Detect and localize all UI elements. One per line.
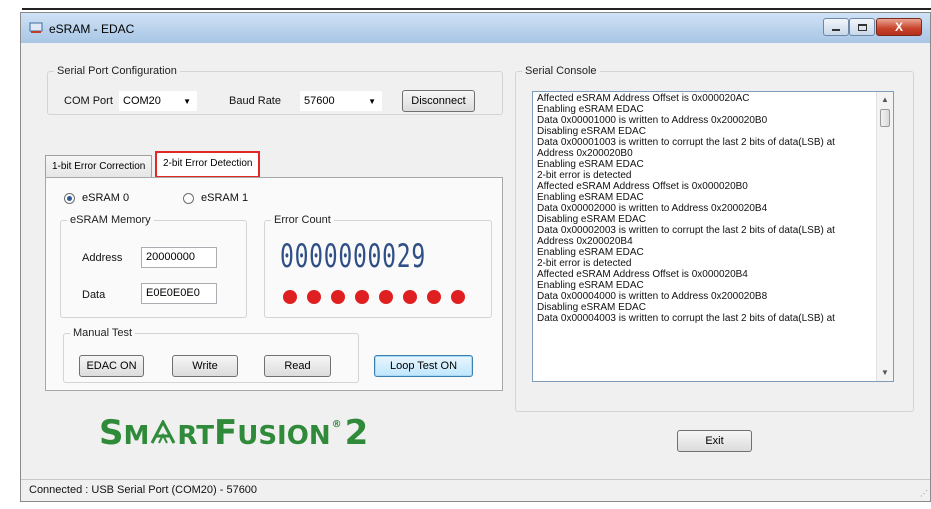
error-led (355, 290, 369, 304)
serial-console-log[interactable]: Affected eSRAM Address Offset is 0x00002… (532, 91, 894, 382)
exit-button[interactable]: Exit (677, 430, 752, 452)
smartfusion2-logo: S M RT F USION ® 2 (99, 413, 369, 453)
console-line: Data 0x00004003 is written to corrupt th… (537, 313, 835, 324)
page-top-rule (22, 8, 931, 10)
console-line: Disabling eSRAM EDAC (537, 126, 646, 137)
error-led (403, 290, 417, 304)
error-led (283, 290, 297, 304)
baud-rate-value: 57600 (304, 95, 335, 107)
console-line: Data 0x00001003 is written to corrupt th… (537, 137, 835, 148)
app-window: eSRAM - EDAC X Serial Port Configuration… (20, 12, 931, 502)
console-line: Data 0x00004000 is written to Address 0x… (537, 291, 768, 302)
console-line: Affected eSRAM Address Offset is 0x00002… (537, 93, 750, 104)
console-line: Affected eSRAM Address Offset is 0x00002… (537, 269, 748, 280)
com-port-label: COM Port (64, 95, 113, 107)
serial-port-config-legend: Serial Port Configuration (57, 65, 177, 77)
logo-a-glyph (151, 420, 176, 444)
chevron-down-icon: ▼ (183, 97, 191, 106)
address-field[interactable]: 20000000 (141, 247, 217, 268)
manual-test-legend: Manual Test (73, 327, 133, 339)
com-port-value: COM20 (123, 95, 161, 107)
maximize-icon (857, 23, 867, 31)
error-count-legend: Error Count (274, 214, 331, 226)
esram1-radio[interactable] (183, 193, 194, 204)
esram0-label: eSRAM 0 (82, 192, 130, 204)
console-lines: Affected eSRAM Address Offset is 0x00002… (537, 93, 871, 324)
console-line: Data 0x00001000 is written to Address 0x… (537, 115, 768, 126)
console-line: Address 0x200020B4 (537, 236, 633, 247)
console-line: Address 0x200020B0 (537, 148, 633, 159)
console-line: Enabling eSRAM EDAC (537, 159, 644, 170)
tab-1bit-error-correction[interactable]: 1-bit Error Correction (45, 155, 153, 177)
console-line: 2-bit error is detected (537, 170, 632, 181)
minimize-button[interactable] (823, 18, 849, 36)
scroll-down-icon[interactable]: ▼ (877, 365, 893, 381)
console-line: Enabling eSRAM EDAC (537, 280, 644, 291)
console-line: Data 0x00002003 is written to corrupt th… (537, 225, 835, 236)
console-line: Enabling eSRAM EDAC (537, 192, 644, 203)
edac-on-button[interactable]: EDAC ON (79, 355, 144, 377)
client-area: Serial Port Configuration COM Port COM20… (21, 43, 930, 501)
address-label: Address (82, 252, 123, 264)
error-led (331, 290, 345, 304)
data-field[interactable]: E0E0E0E0 (141, 283, 217, 304)
console-line: Enabling eSRAM EDAC (537, 247, 644, 258)
error-count-display: 0000000029 (280, 237, 426, 275)
app-icon (29, 22, 43, 33)
loop-test-button[interactable]: Loop Test ON (374, 355, 473, 377)
serial-console-legend: Serial Console (525, 65, 597, 77)
chevron-down-icon: ▼ (368, 97, 376, 106)
baud-rate-label: Baud Rate (229, 95, 281, 107)
scroll-up-icon[interactable]: ▲ (877, 92, 893, 108)
com-port-select[interactable]: COM20 ▼ (119, 91, 197, 111)
close-button[interactable]: X (876, 18, 922, 36)
esram-memory-legend: eSRAM Memory (70, 214, 151, 226)
console-line: Disabling eSRAM EDAC (537, 214, 646, 225)
window-title: eSRAM - EDAC (49, 22, 135, 36)
console-line: Disabling eSRAM EDAC (537, 302, 646, 313)
status-bar: Connected : USB Serial Port (COM20) - 57… (21, 479, 930, 501)
baud-rate-select[interactable]: 57600 ▼ (300, 91, 382, 111)
tab-2bit-error-detection[interactable]: 2-bit Error Detection (155, 151, 261, 178)
console-scrollbar[interactable]: ▲ ▼ (876, 92, 893, 381)
status-text: Connected : USB Serial Port (COM20) - 57… (29, 484, 258, 496)
error-led (379, 290, 393, 304)
data-label: Data (82, 289, 106, 301)
esram1-label: eSRAM 1 (201, 192, 249, 204)
resize-grip-icon[interactable]: ⋰ (920, 489, 928, 498)
error-led (451, 290, 465, 304)
esram0-radio[interactable] (64, 193, 75, 204)
minimize-icon (832, 29, 840, 31)
console-line: 2-bit error is detected (537, 258, 632, 269)
maximize-button[interactable] (849, 18, 875, 36)
scroll-thumb[interactable] (880, 109, 890, 127)
title-bar[interactable]: eSRAM - EDAC X (21, 13, 930, 43)
error-led (307, 290, 321, 304)
console-line: Affected eSRAM Address Offset is 0x00002… (537, 181, 748, 192)
read-button[interactable]: Read (264, 355, 331, 377)
close-icon: X (894, 20, 903, 34)
console-line: Data 0x00002000 is written to Address 0x… (537, 203, 768, 214)
write-button[interactable]: Write (172, 355, 238, 377)
disconnect-button[interactable]: Disconnect (402, 90, 475, 112)
console-line: Enabling eSRAM EDAC (537, 104, 644, 115)
error-led (427, 290, 441, 304)
